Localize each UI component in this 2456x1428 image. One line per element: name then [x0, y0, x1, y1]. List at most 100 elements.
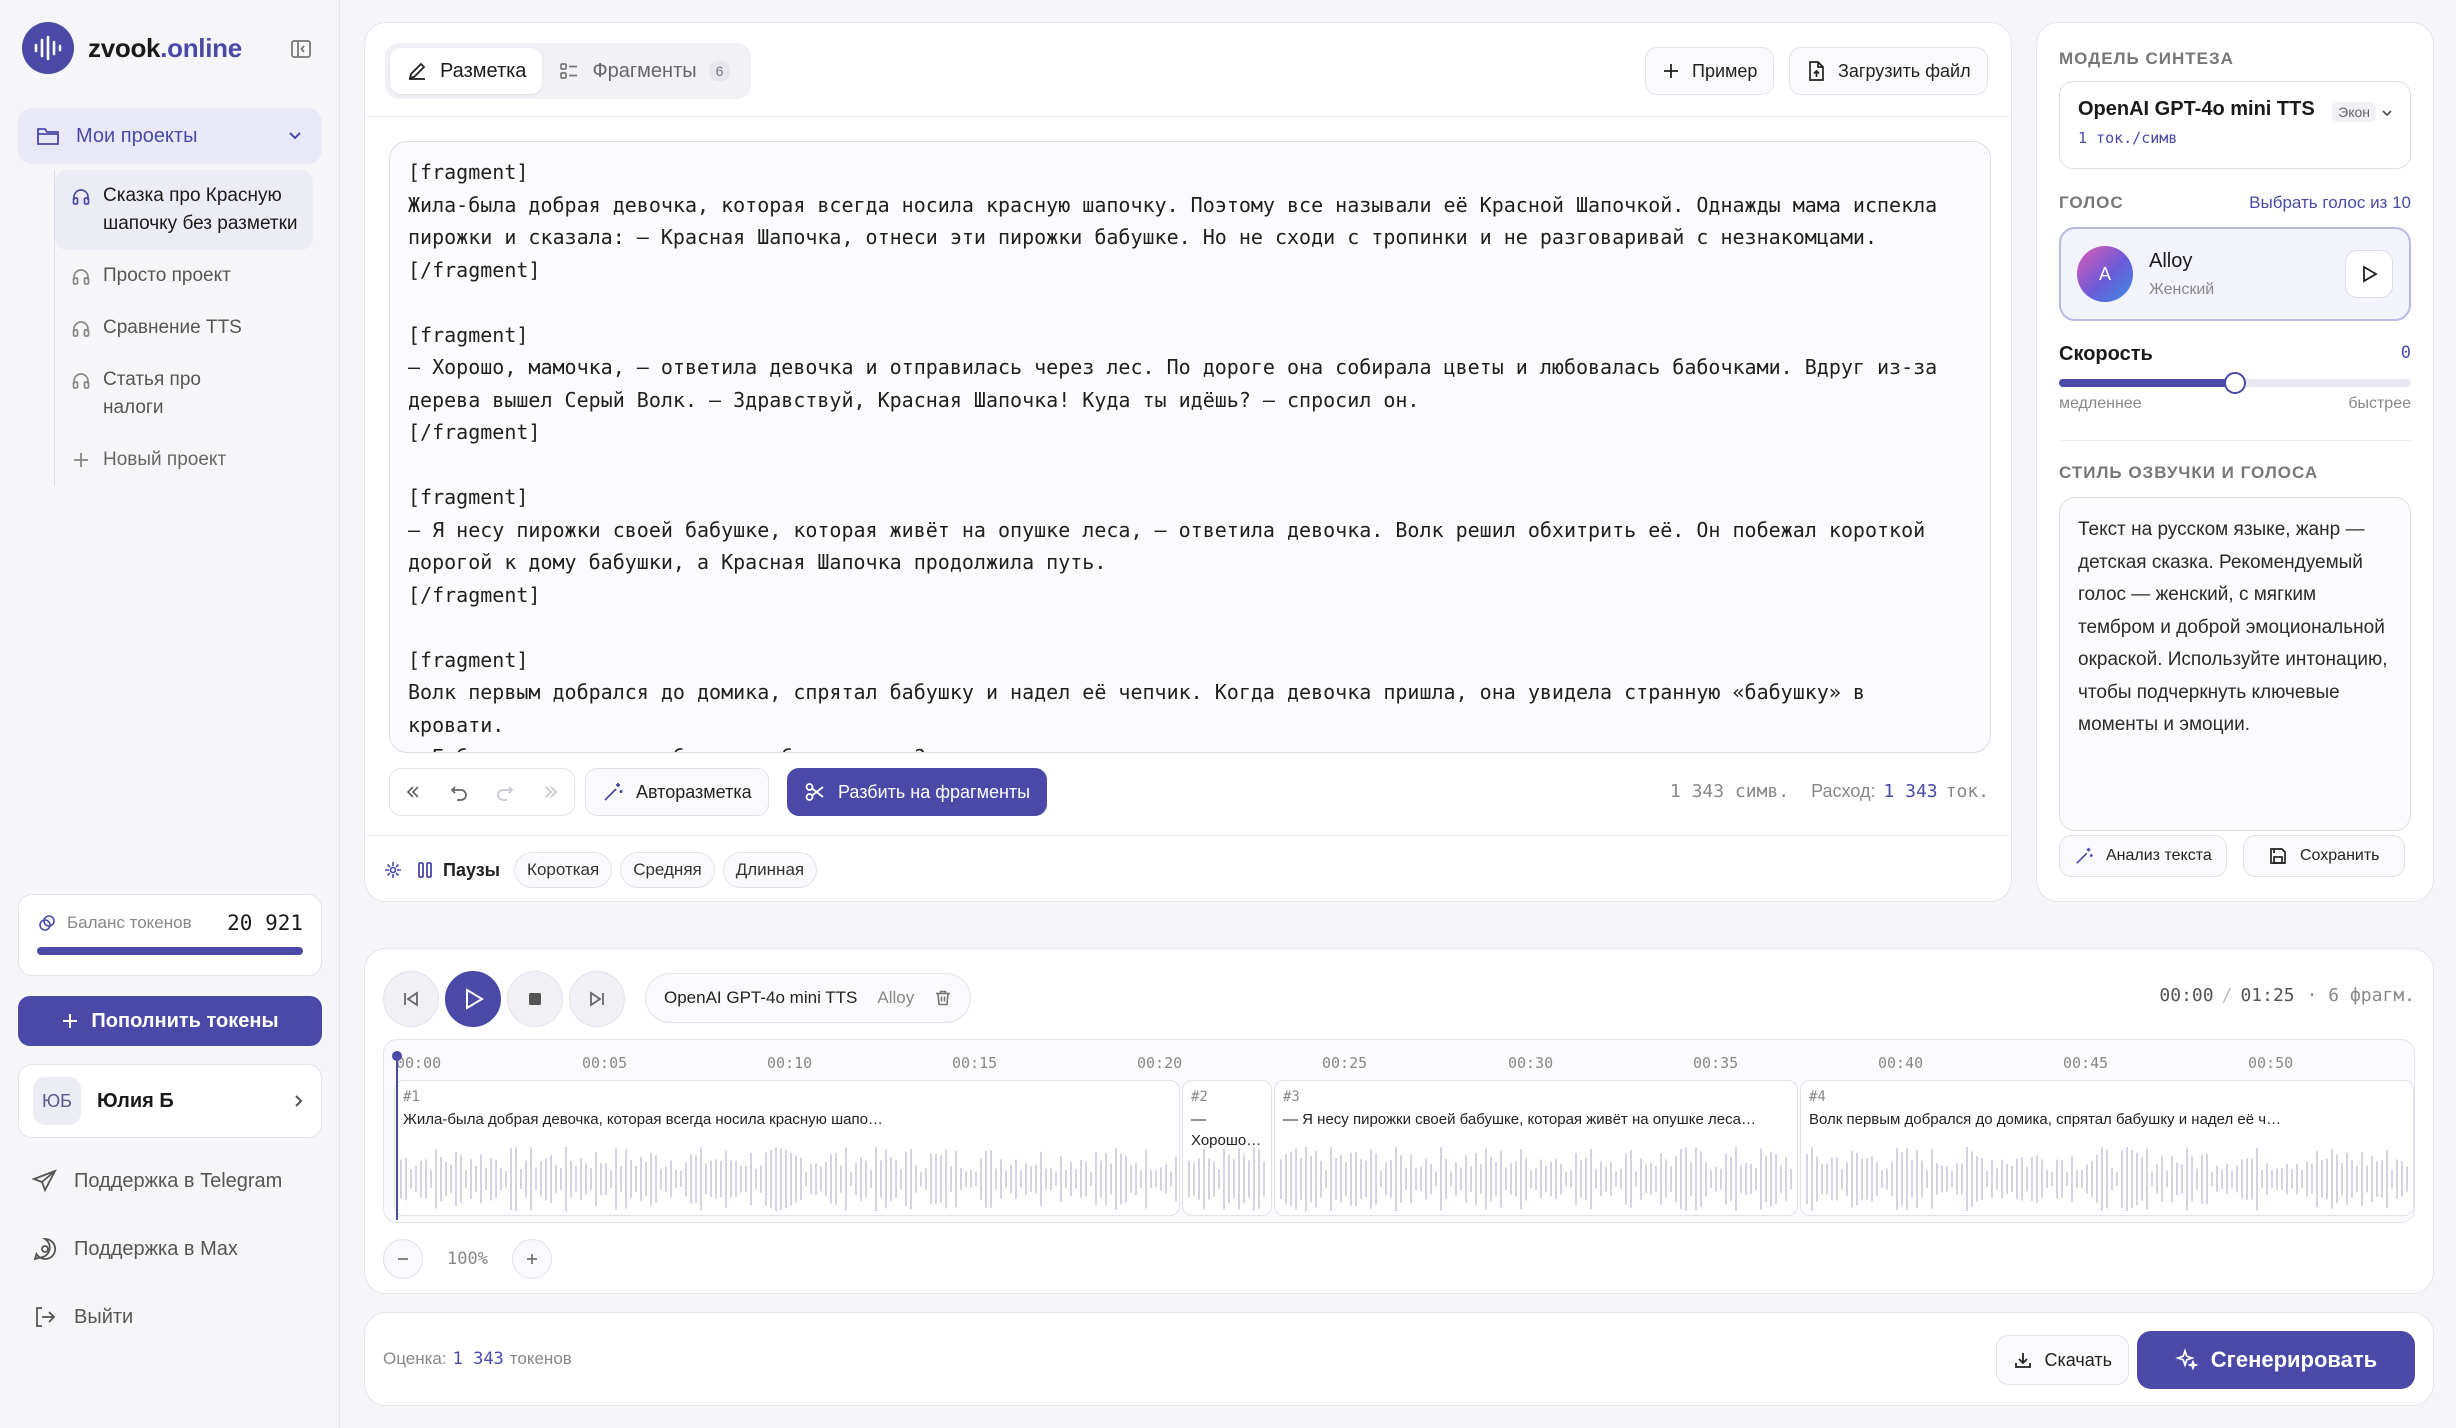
- speed-value: 0: [2400, 343, 2411, 363]
- timeline-clip[interactable]: #3 — Я несу пирожки своей бабушке, котор…: [1274, 1080, 1798, 1216]
- voice-gender: Женский: [2149, 280, 2215, 298]
- redo-icon[interactable]: [482, 769, 528, 815]
- speed-slider-thumb[interactable]: [2224, 372, 2246, 394]
- send-icon: [32, 1168, 58, 1194]
- timeline-clip[interactable]: #1 Жила-была добрая девочка, которая все…: [394, 1080, 1180, 1216]
- stop-button[interactable]: [507, 971, 563, 1027]
- chevron-down-icon: [2380, 106, 2394, 120]
- new-project-button[interactable]: Новый проект: [55, 434, 322, 486]
- cost-unit: ток.: [1945, 781, 1989, 802]
- clip-text: — Хорошо…: [1191, 1111, 1262, 1149]
- audio-timeline-panel: OpenAI GPT-4o mini TTS Alloy 00:00 / 01:…: [364, 948, 2434, 1294]
- sparkle-icon: [383, 860, 403, 880]
- generate-button[interactable]: Сгенерировать: [2137, 1331, 2415, 1389]
- timeline-voice-name: Alloy: [877, 988, 915, 1007]
- play-button[interactable]: [445, 971, 501, 1027]
- topup-label: Пополнить токены: [91, 1009, 279, 1032]
- magic-wand-icon: [2074, 846, 2094, 866]
- playhead[interactable]: [392, 1051, 402, 1220]
- chevrons-right-icon[interactable]: [528, 769, 574, 815]
- zoom-level: 100%: [447, 1249, 488, 1269]
- zoom-out-button[interactable]: [383, 1239, 423, 1279]
- speed-scale-labels: медленнее быстрее: [2059, 395, 2411, 413]
- project-item-simple[interactable]: Просто проект: [55, 250, 322, 302]
- speed-slider[interactable]: [2059, 372, 2411, 394]
- markup-text-editor[interactable]: [fragment] Жила-была добрая девочка, кот…: [389, 141, 1991, 753]
- tab-markup[interactable]: Разметка: [390, 48, 543, 94]
- clip-text: — Я несу пирожки своей бабушке, которая …: [1283, 1111, 1756, 1128]
- logout-link[interactable]: Выйти: [32, 1304, 133, 1330]
- support-max-label: Поддержка в Max: [74, 1237, 238, 1260]
- timeline-track[interactable]: 00:00 00:05 00:10 00:15 00:20 00:25 00:3…: [383, 1039, 2415, 1223]
- timeline-clip[interactable]: #2 — Хорошо…: [1182, 1080, 1272, 1216]
- pause-short-chip[interactable]: Короткая: [514, 852, 613, 888]
- skip-back-button[interactable]: [383, 971, 439, 1027]
- voice-card[interactable]: A Alloy Женский: [2059, 227, 2411, 321]
- collapse-sidebar-icon[interactable]: [286, 34, 316, 64]
- project-item-tts-compare[interactable]: Сравнение TTS: [55, 302, 322, 354]
- style-textarea[interactable]: Текст на русском языке, жанр — детская с…: [2059, 497, 2411, 831]
- brand-logo[interactable]: zvook.online: [22, 20, 322, 76]
- timeline-fragments-count: · 6 фрагм.: [2306, 985, 2415, 1006]
- zoom-in-button[interactable]: [511, 1239, 552, 1279]
- model-tier-badge: Экон: [2332, 102, 2376, 122]
- pause-medium-chip[interactable]: Средняя: [620, 852, 715, 888]
- choose-voice-link[interactable]: Выбрать голос из 10: [2249, 193, 2411, 213]
- pause-long-chip[interactable]: Длинная: [722, 852, 818, 888]
- undo-icon[interactable]: [436, 769, 482, 815]
- projects-folder-toggle[interactable]: Мои проекты: [18, 108, 322, 164]
- clip-waveform: [1188, 1147, 1265, 1211]
- balance-value: 20 921: [227, 911, 303, 935]
- project-item-red-riding-hood[interactable]: Сказка про Красную шапочку без разметки: [55, 170, 313, 250]
- support-max-link[interactable]: Поддержка в Max: [32, 1236, 238, 1262]
- project-item-taxes[interactable]: Статья про налоги: [55, 354, 255, 434]
- headphones-icon: [71, 370, 91, 390]
- user-card[interactable]: ЮБ Юлия Б: [18, 1064, 322, 1138]
- model-rate: 1 ток./симв: [2078, 129, 2178, 147]
- settings-divider: [2059, 440, 2411, 441]
- stop-icon: [526, 990, 544, 1008]
- timeline-clip[interactable]: #4 Волк первым добрался до домика, спрят…: [1800, 1080, 2414, 1216]
- analyze-text-button[interactable]: Анализ текста: [2059, 835, 2227, 877]
- split-fragments-button[interactable]: Разбить на фрагменты: [787, 768, 1048, 816]
- synthesis-settings-panel: МОДЕЛЬ СИНТЕЗА OpenAI GPT-4o mini TTS Эк…: [2036, 22, 2434, 902]
- upload-file-button[interactable]: Загрузить файл: [1789, 47, 1988, 95]
- scissors-icon: [804, 781, 826, 803]
- estimate-value: 1 343: [452, 1349, 504, 1369]
- zoom-controls: 100%: [383, 1239, 552, 1279]
- estimate-label: Оценка:: [383, 1349, 447, 1368]
- timeline-tick: 00:35: [1693, 1054, 1739, 1072]
- sparkles-icon: [2175, 1348, 2199, 1372]
- timeline-tick: 00:25: [1322, 1054, 1368, 1072]
- time-total: 01:25: [2240, 985, 2295, 1006]
- save-style-button[interactable]: Сохранить: [2243, 835, 2405, 877]
- voice-avatar: A: [2077, 246, 2133, 302]
- trash-icon[interactable]: [934, 989, 952, 1007]
- style-section-title: СТИЛЬ ОЗВУЧКИ И ГОЛОСА: [2059, 463, 2319, 482]
- example-button[interactable]: Пример: [1645, 47, 1775, 95]
- voice-preview-button[interactable]: [2345, 250, 2393, 298]
- projects-list: Сказка про Красную шапочку без разметки …: [54, 170, 322, 486]
- user-name: Юлия Б: [97, 1089, 174, 1112]
- generate-label: Сгенерировать: [2210, 1347, 2378, 1372]
- topup-tokens-button[interactable]: Пополнить токены: [18, 996, 322, 1046]
- clip-text: Волк первым добрался до домика, спрятал …: [1809, 1111, 2282, 1128]
- minus-icon: [396, 1252, 410, 1266]
- download-button[interactable]: Скачать: [1995, 1335, 2129, 1385]
- tab-fragments[interactable]: Фрагменты 6: [542, 48, 746, 94]
- clip-number: #3: [1283, 1089, 1300, 1105]
- skip-forward-button[interactable]: [569, 971, 625, 1027]
- chevrons-left-icon[interactable]: [390, 769, 436, 815]
- auto-markup-button[interactable]: Авторазметка: [585, 768, 769, 816]
- headphones-icon: [71, 318, 91, 338]
- support-telegram-label: Поддержка в Telegram: [74, 1169, 283, 1192]
- auto-markup-label: Авторазметка: [636, 781, 752, 802]
- project-label: Сказка про Красную шапочку без разметки: [103, 185, 298, 234]
- model-select[interactable]: OpenAI GPT-4o mini TTS Экон 1 ток./симв: [2059, 81, 2411, 169]
- editor-tabs: Разметка Фрагменты 6: [385, 43, 752, 99]
- support-telegram-link[interactable]: Поддержка в Telegram: [32, 1168, 282, 1194]
- magic-wand-icon: [602, 781, 624, 803]
- clip-number: #1: [403, 1089, 420, 1105]
- file-upload-icon: [1806, 60, 1826, 82]
- pauses-label: Паузы: [443, 859, 501, 880]
